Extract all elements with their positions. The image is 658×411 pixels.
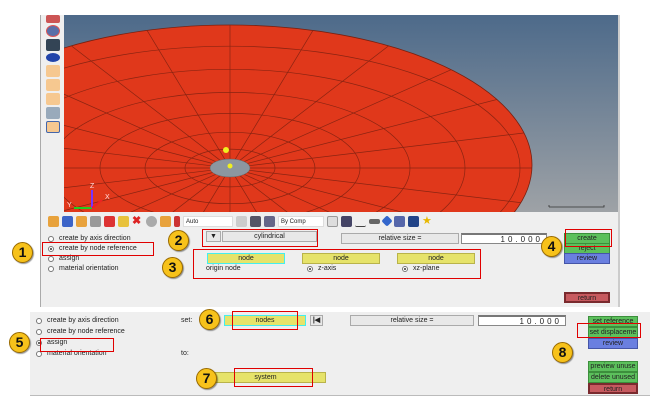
comp-select[interactable]: By Comp [278,215,324,227]
tool-icon[interactable] [381,215,393,227]
tool-icon[interactable] [76,215,87,227]
highlight-box [40,338,114,352]
tool-icon[interactable] [118,215,129,227]
radio-dot[interactable] [36,328,42,335]
left-toolbar [42,15,64,212]
tool-icon[interactable] [236,215,247,227]
return-button[interactable]: return [564,292,610,303]
folder-icon[interactable] [48,215,59,227]
radio-dot[interactable] [36,317,42,324]
tool-icon[interactable] [174,215,180,227]
radio-create-by-axis[interactable]: create by axis direction [48,235,131,242]
return-button[interactable]: return [588,383,638,394]
radio-dot[interactable] [48,265,54,272]
highlight-box [193,249,481,279]
label-icon[interactable] [46,93,60,105]
relative-size-label[interactable]: relative size = [350,315,474,326]
reset-selection-button[interactable]: |◀ [310,315,323,326]
tool-icon[interactable] [46,25,60,37]
radio-dot[interactable] [48,235,54,242]
star-icon[interactable]: ★ [422,215,433,227]
node-marker [227,163,233,169]
axis-label: X [105,194,110,201]
main-toolbar: ✖ Auto By Comp ★ [44,213,620,229]
relative-size-input[interactable]: 10.000 [478,315,566,326]
radio-dot[interactable] [48,255,54,262]
info-icon[interactable] [46,53,60,62]
tool-icon[interactable] [46,107,60,119]
graphics-viewport[interactable]: Z X Y [64,15,618,212]
highlight-box [42,242,154,256]
callout-8: 8 [552,342,573,363]
callout-3: 3 [162,257,183,278]
callout-7: 7 [196,368,217,389]
relative-size-input[interactable]: 10.000 [461,233,547,244]
callout-2: 2 [168,230,189,251]
highlight-box [565,229,612,247]
layers-icon[interactable] [62,215,73,227]
radio-assign[interactable]: assign [48,255,79,262]
auto-select[interactable]: Auto [183,215,233,227]
monitor-icon[interactable] [408,215,419,227]
wireframe-icon[interactable] [327,215,338,227]
axis-label: Z [90,183,95,190]
delete-icon[interactable]: ✖ [132,215,143,227]
review-button[interactable]: review [588,338,638,349]
line-icon[interactable] [355,216,366,227]
tool-icon[interactable] [46,121,60,133]
highlight-box [202,229,318,247]
mesh-view: Z X Y [64,15,618,212]
label-icon[interactable] [46,79,60,91]
radio-create-by-axis[interactable]: create by axis direction [36,317,119,324]
review-button[interactable]: review [564,253,610,264]
tool-icon[interactable] [90,215,101,227]
highlight-box [577,323,641,338]
tool-icon[interactable] [160,215,171,227]
radio-create-by-node-reference[interactable]: create by node reference [36,328,125,335]
tool-icon[interactable] [46,15,60,23]
preview-unused-button[interactable]: preview unuse [588,361,638,372]
radio-material-orientation[interactable]: material orientation [48,265,119,272]
delete-unused-button[interactable]: delete unused [588,372,638,383]
axis-label: Y [67,202,72,209]
tool-icon[interactable] [46,39,60,51]
tool-icon[interactable] [250,215,261,227]
callout-5: 5 [9,332,30,353]
shaded-icon[interactable] [341,215,352,227]
tool-icon[interactable] [104,215,115,227]
callout-6: 6 [199,309,220,330]
node-marker [223,147,229,153]
tool-icon[interactable] [369,218,380,224]
callout-1: 1 [12,242,33,263]
callout-4: 4 [541,236,562,257]
tool-icon[interactable] [146,215,157,227]
measure-icon[interactable] [46,65,60,77]
cube-icon[interactable] [264,215,275,227]
set-label: set: [181,317,193,324]
to-label: to: [181,350,189,357]
tool-icon[interactable] [394,215,405,227]
highlight-box [234,368,313,387]
relative-size-label[interactable]: relative size = [341,233,459,244]
highlight-box [232,311,298,330]
